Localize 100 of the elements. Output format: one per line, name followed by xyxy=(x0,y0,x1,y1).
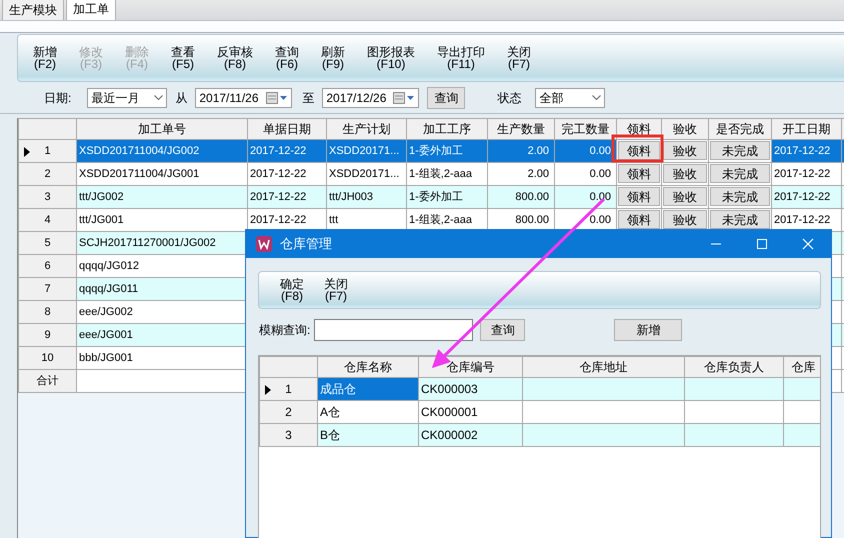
table-cell: 1-委外加工 xyxy=(406,186,488,208)
maximize-icon[interactable] xyxy=(756,238,768,250)
grid-button[interactable]: 验收 xyxy=(663,164,707,184)
table-cell: ttt/JH003 xyxy=(326,186,406,208)
grid-button[interactable]: 领料 xyxy=(618,141,660,160)
row-number: 2 xyxy=(44,168,51,180)
grid-button[interactable]: 验收 xyxy=(663,187,707,206)
query-button[interactable]: 查询 xyxy=(480,319,526,341)
column-header[interactable]: 单据日期 xyxy=(248,118,326,140)
grid-button[interactable]: 未完成 xyxy=(710,164,770,184)
toolbar-button[interactable]: 确定 (F8) xyxy=(273,278,311,302)
to-label: 至 xyxy=(302,90,314,106)
calendar-icon[interactable] xyxy=(266,92,288,104)
column-header[interactable]: 仓库负责人 xyxy=(684,356,784,378)
status-label: 状态 xyxy=(497,90,522,106)
grid-button[interactable]: 领料 xyxy=(618,210,660,230)
column-header[interactable]: 是否完成 xyxy=(708,118,772,140)
tab[interactable]: 生产模块 xyxy=(2,0,64,20)
grid-button[interactable]: 验收 xyxy=(663,141,707,160)
grid-button[interactable]: 验收 xyxy=(663,210,707,230)
row-number: 1 xyxy=(44,144,51,157)
app-icon xyxy=(256,236,272,252)
table-cell: CK000003 xyxy=(418,378,522,400)
search-label: 模糊查询: xyxy=(259,322,310,339)
row-number: 3 xyxy=(44,190,51,203)
table-cell: XSDD20171... xyxy=(326,162,406,186)
table-cell: 0.00 xyxy=(554,162,616,186)
column-header[interactable]: 完工数量 xyxy=(554,118,616,140)
search-field[interactable] xyxy=(314,319,474,341)
column-header[interactable]: 加工工序 xyxy=(406,118,488,140)
grid-button[interactable]: 领料 xyxy=(618,187,660,206)
grid-button[interactable]: 领料 xyxy=(618,164,660,184)
toolbar-button[interactable]: 反审核 (F8) xyxy=(210,46,260,70)
toolbar-button[interactable]: 查询 (F6) xyxy=(268,46,306,70)
column-header[interactable]: 仓库 xyxy=(784,356,820,378)
dialog-title: 仓库管理 xyxy=(280,235,332,254)
row-number: 5 xyxy=(44,236,51,249)
column-header[interactable]: 仓库编号 xyxy=(418,356,522,378)
table-cell: 2017-12-22 xyxy=(772,186,842,208)
date-field[interactable]: 2017/12/26 xyxy=(322,88,420,108)
table-cell: bbb/JG001 xyxy=(76,346,248,370)
table-cell: 2017-12-22 xyxy=(772,140,842,162)
row-number: 1 xyxy=(285,382,292,396)
highlight-frame xyxy=(612,134,664,162)
column-header[interactable]: 验收 xyxy=(662,118,708,140)
grid-button[interactable]: 未完成 xyxy=(710,187,770,206)
table-cell: ttt/JG002 xyxy=(76,186,248,208)
table-cell: 2.00 xyxy=(488,162,554,186)
toolbar-button[interactable]: 新增 (F2) xyxy=(26,46,64,70)
table-cell: CK000001 xyxy=(418,400,522,424)
toolbar-button[interactable]: 关闭 (F7) xyxy=(500,46,538,70)
toolbar-button[interactable]: 导出打印 (F11) xyxy=(430,46,492,70)
table-cell: XSDD20171... xyxy=(326,140,406,162)
table-cell: B仓 xyxy=(318,424,418,446)
row-pointer-icon xyxy=(265,385,271,395)
table-cell: 2017-12-22 xyxy=(248,162,326,186)
column-header[interactable]: 生产计划 xyxy=(326,118,406,140)
grid-button[interactable]: 未完成 xyxy=(710,141,770,160)
table-cell: CK000002 xyxy=(418,424,522,446)
column-header[interactable]: 开工日期 xyxy=(772,118,842,140)
from-label: 从 xyxy=(175,90,188,106)
toolbar-button[interactable]: 查看 (F5) xyxy=(164,46,202,70)
row-number: 2 xyxy=(285,405,292,419)
table-cell: 2017-12-22 xyxy=(248,186,326,208)
table-cell: 1-委外加工 xyxy=(406,140,488,162)
period-select[interactable]: 最近一月 xyxy=(87,88,168,108)
add-button[interactable]: 新增 xyxy=(614,319,682,341)
table-cell: A仓 xyxy=(318,400,418,424)
table-cell: SCJH201711270001/JG002 xyxy=(76,232,248,254)
dropdown-icon xyxy=(154,95,164,100)
calendar-icon[interactable] xyxy=(393,92,416,104)
table-cell: 成品仓 xyxy=(318,378,418,400)
close-icon[interactable] xyxy=(802,238,814,250)
date-field[interactable]: 2017/11/26 xyxy=(195,88,292,108)
table-cell: XSDD201711004/JG001 xyxy=(76,162,248,186)
tab[interactable]: 加工单 xyxy=(66,0,116,20)
date-label: 日期: xyxy=(44,90,72,106)
toolbar-button[interactable]: 刷新 (F9) xyxy=(314,46,352,70)
query-button[interactable]: 查询 xyxy=(427,86,466,108)
column-header[interactable]: 生产数量 xyxy=(488,118,554,140)
total-label: 合计 xyxy=(36,374,58,387)
table-cell: 2.00 xyxy=(488,140,554,162)
row-number: 4 xyxy=(44,214,51,226)
row-number: 6 xyxy=(44,260,51,272)
grid-button[interactable]: 未完成 xyxy=(710,210,770,230)
column-header[interactable]: 仓库名称 xyxy=(318,356,418,378)
table-cell: eee/JG002 xyxy=(76,300,248,324)
row-number: 7 xyxy=(44,282,51,295)
column-header[interactable]: 加工单号 xyxy=(76,118,248,140)
table-cell: 0.00 xyxy=(554,186,616,208)
row-number: 3 xyxy=(285,428,292,442)
toolbar-button[interactable]: 关闭 (F7) xyxy=(317,278,355,302)
row-pointer-icon xyxy=(24,147,30,157)
column-header[interactable]: 仓库地址 xyxy=(522,356,684,378)
table-cell: qqqq/JG011 xyxy=(76,278,248,300)
table-cell: 800.00 xyxy=(488,186,554,208)
table-cell: ttt/JG001 xyxy=(76,208,248,232)
status-select[interactable]: 全部 xyxy=(535,88,606,108)
table-cell: eee/JG001 xyxy=(76,324,248,346)
toolbar-button[interactable]: 图形报表 (F10) xyxy=(360,46,422,70)
